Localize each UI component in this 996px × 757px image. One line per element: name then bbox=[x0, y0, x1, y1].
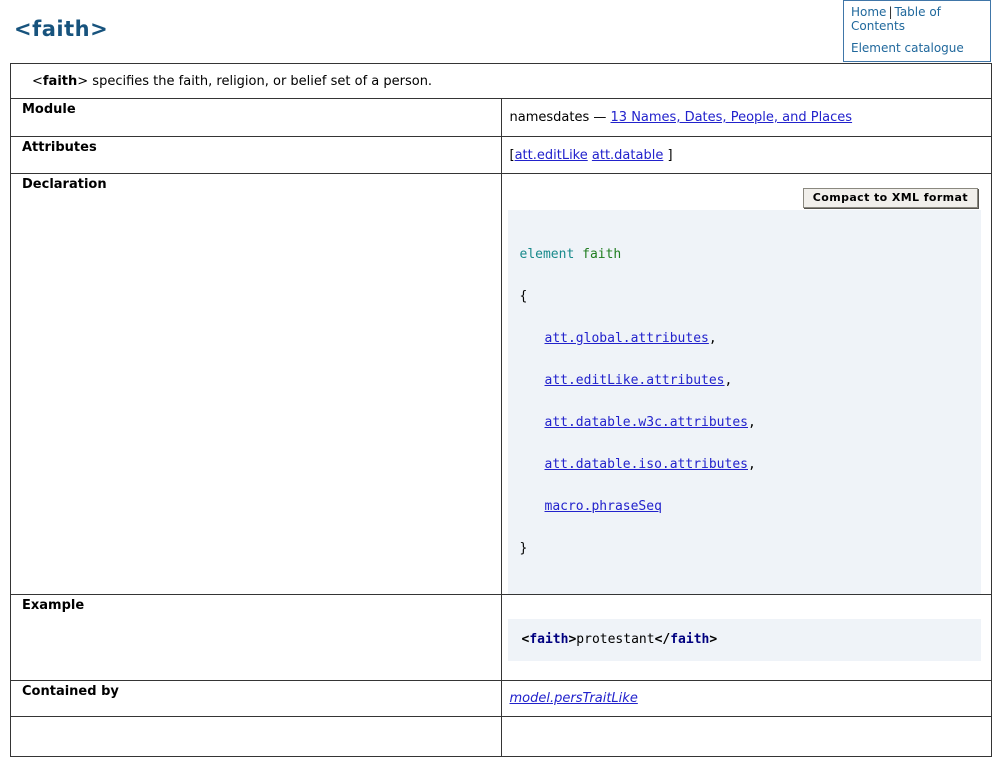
description-text: specifies the faith, religion, or belief… bbox=[88, 74, 432, 89]
nav-line-1: Home|Table of Contents bbox=[851, 5, 986, 33]
example-code-block: <faith>protestant</faith> bbox=[508, 619, 982, 661]
code-line-member: att.global.attributes, bbox=[520, 332, 970, 346]
declaration-toolbar: Compact to XML format bbox=[508, 188, 982, 208]
contained-by-value: model.persTraitLike bbox=[501, 681, 992, 717]
element-spec-table: <faith> specifies the faith, religion, o… bbox=[10, 63, 992, 757]
next-row-label-cell bbox=[11, 717, 502, 757]
code-comma: , bbox=[748, 457, 756, 472]
module-value: namesdates — 13 Names, Dates, People, an… bbox=[501, 99, 992, 137]
nav-link-element-catalogue[interactable]: Element catalogue bbox=[851, 41, 964, 55]
element-description: <faith> specifies the faith, religion, o… bbox=[11, 64, 992, 99]
example-content: protestant bbox=[576, 632, 654, 647]
code-line-member: att.datable.iso.attributes, bbox=[520, 458, 970, 472]
example-tag-name: faith bbox=[529, 632, 568, 647]
nav-line-2: Element catalogue bbox=[851, 41, 986, 55]
code-link-att-editlike-attributes[interactable]: att.editLike.attributes bbox=[545, 373, 725, 388]
code-comma: , bbox=[725, 373, 733, 388]
example-row: Example <faith>protestant</faith> bbox=[11, 595, 992, 681]
code-element-name: faith bbox=[582, 247, 621, 262]
tag-open-bracket: < bbox=[32, 74, 43, 89]
attributes-value: [att.editLike att.datable ] bbox=[501, 137, 992, 174]
module-chapter-link[interactable]: 13 Names, Dates, People, and Places bbox=[611, 110, 853, 125]
declaration-row: Declaration Compact to XML format elemen… bbox=[11, 174, 992, 595]
example-close-bracket: > bbox=[568, 632, 576, 647]
code-link-att-datable-iso-attributes[interactable]: att.datable.iso.attributes bbox=[545, 457, 749, 472]
code-line-member: att.datable.w3c.attributes, bbox=[520, 416, 970, 430]
model-class-link-perstraitlike[interactable]: model.persTraitLike bbox=[510, 691, 638, 706]
element-name: faith bbox=[43, 74, 77, 89]
compact-to-xml-button[interactable]: Compact to XML format bbox=[803, 188, 978, 208]
attributes-close-bracket: ] bbox=[667, 148, 672, 163]
code-comma: , bbox=[748, 415, 756, 430]
contained-by-label: Contained by bbox=[11, 681, 502, 717]
example-label: Example bbox=[11, 595, 502, 681]
declaration-code-block: element faith { att.global.attributes, a… bbox=[508, 210, 982, 594]
contained-by-row: Contained by model.persTraitLike bbox=[11, 681, 992, 717]
example-end-open-bracket: </ bbox=[655, 632, 671, 647]
nav-link-home[interactable]: Home bbox=[851, 5, 886, 19]
code-comma: , bbox=[709, 331, 717, 346]
example-end-tag-name: faith bbox=[670, 632, 709, 647]
top-nav-box: Home|Table of Contents Element catalogue bbox=[843, 0, 991, 62]
module-name: namesdates bbox=[510, 110, 590, 125]
attribute-class-link-editlike[interactable]: att.editLike bbox=[515, 148, 588, 163]
code-link-macro-phraseseq[interactable]: macro.phraseSeq bbox=[545, 499, 662, 514]
code-line-element: element faith bbox=[520, 248, 970, 262]
code-line-member: att.editLike.attributes, bbox=[520, 374, 970, 388]
attributes-row: Attributes [att.editLike att.datable ] bbox=[11, 137, 992, 174]
declaration-value: Compact to XML format element faith { at… bbox=[501, 174, 992, 595]
example-end-close-bracket: > bbox=[709, 632, 717, 647]
code-line-open-brace: { bbox=[520, 290, 970, 304]
code-line-member: macro.phraseSeq bbox=[520, 500, 970, 514]
code-keyword: element bbox=[520, 247, 575, 262]
tag-close-bracket: > bbox=[77, 74, 88, 89]
next-row-partial bbox=[11, 717, 992, 757]
attribute-class-link-datable[interactable]: att.datable bbox=[592, 148, 663, 163]
page-title: <faith> bbox=[14, 17, 108, 41]
code-link-att-datable-w3c-attributes[interactable]: att.datable.w3c.attributes bbox=[545, 415, 749, 430]
next-row-value-cell bbox=[501, 717, 992, 757]
module-row: Module namesdates — 13 Names, Dates, Peo… bbox=[11, 99, 992, 137]
module-label: Module bbox=[11, 99, 502, 137]
module-separator: — bbox=[593, 110, 606, 125]
example-value: <faith>protestant</faith> bbox=[501, 595, 992, 681]
description-row: <faith> specifies the faith, religion, o… bbox=[11, 64, 992, 99]
example-open-bracket: < bbox=[522, 632, 530, 647]
code-link-att-global-attributes[interactable]: att.global.attributes bbox=[545, 331, 709, 346]
attributes-label: Attributes bbox=[11, 137, 502, 174]
declaration-label: Declaration bbox=[11, 174, 502, 595]
code-line-close-brace: } bbox=[520, 542, 970, 556]
